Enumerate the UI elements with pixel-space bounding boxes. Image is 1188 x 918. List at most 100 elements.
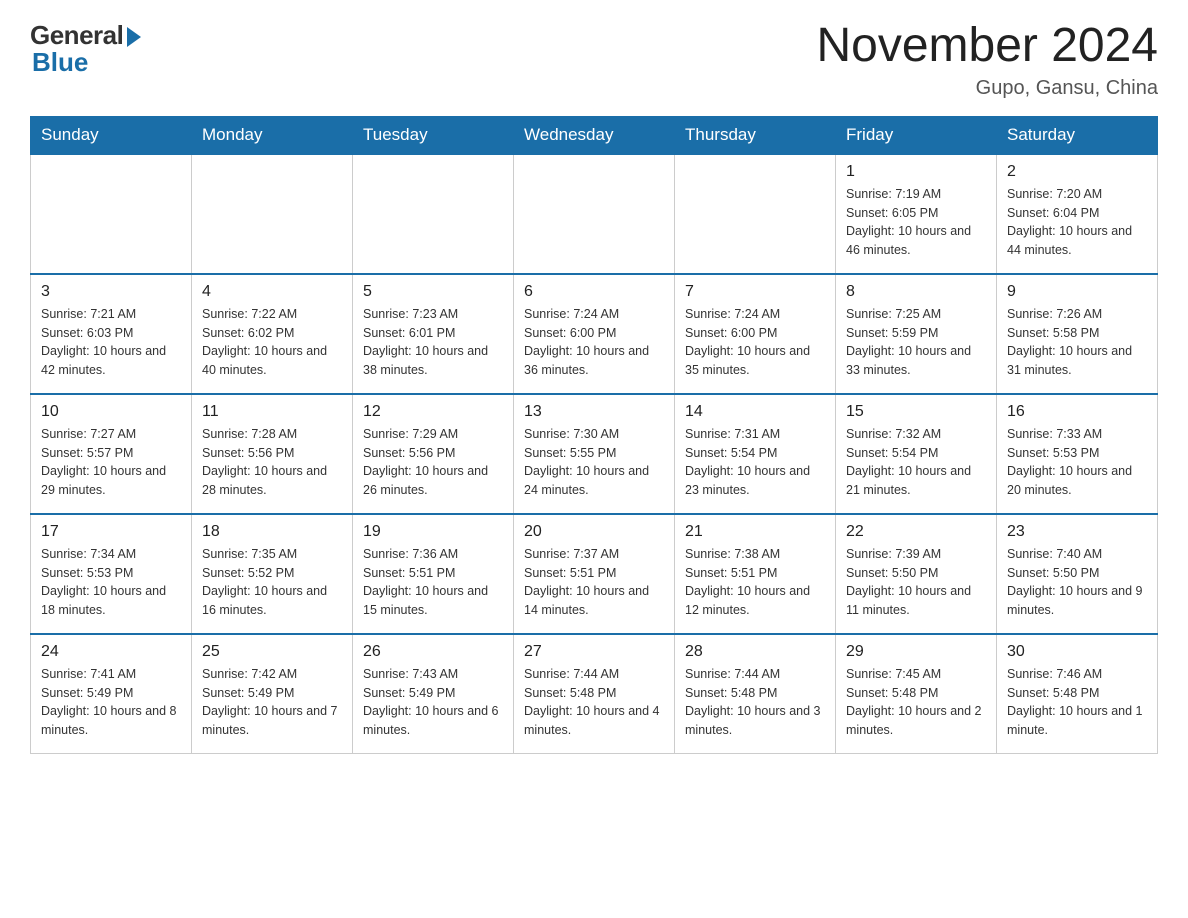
day-number: 17 <box>41 523 181 541</box>
day-number: 21 <box>685 523 825 541</box>
calendar-cell: 9 Sunrise: 7:26 AMSunset: 5:58 PMDaylight… <box>997 274 1158 394</box>
day-number: 28 <box>685 643 825 661</box>
day-number: 6 <box>524 283 664 301</box>
calendar-cell: 27 Sunrise: 7:44 AMSunset: 5:48 PMDayligh… <box>514 634 675 754</box>
day-info: Sunrise: 7:37 AMSunset: 5:51 PMDaylight:… <box>524 545 664 620</box>
calendar-cell: 10 Sunrise: 7:27 AMSunset: 5:57 PMDayligh… <box>31 394 192 514</box>
day-info: Sunrise: 7:23 AMSunset: 6:01 PMDaylight:… <box>363 305 503 380</box>
calendar-cell <box>514 154 675 274</box>
day-info: Sunrise: 7:42 AMSunset: 5:49 PMDaylight:… <box>202 665 342 740</box>
calendar-cell: 4 Sunrise: 7:22 AMSunset: 6:02 PMDaylight… <box>192 274 353 394</box>
day-number: 1 <box>846 163 986 181</box>
calendar-cell: 15 Sunrise: 7:32 AMSunset: 5:54 PMDayligh… <box>836 394 997 514</box>
day-info: Sunrise: 7:22 AMSunset: 6:02 PMDaylight:… <box>202 305 342 380</box>
logo-arrow-icon <box>127 27 141 47</box>
logo-blue-text: Blue <box>30 47 88 78</box>
calendar-cell <box>192 154 353 274</box>
day-info: Sunrise: 7:28 AMSunset: 5:56 PMDaylight:… <box>202 425 342 500</box>
day-number: 12 <box>363 403 503 421</box>
day-info: Sunrise: 7:33 AMSunset: 5:53 PMDaylight:… <box>1007 425 1147 500</box>
day-info: Sunrise: 7:36 AMSunset: 5:51 PMDaylight:… <box>363 545 503 620</box>
day-info: Sunrise: 7:21 AMSunset: 6:03 PMDaylight:… <box>41 305 181 380</box>
calendar-cell: 17 Sunrise: 7:34 AMSunset: 5:53 PMDayligh… <box>31 514 192 634</box>
calendar-cell: 24 Sunrise: 7:41 AMSunset: 5:49 PMDayligh… <box>31 634 192 754</box>
week-row-5: 24 Sunrise: 7:41 AMSunset: 5:49 PMDayligh… <box>31 634 1158 754</box>
day-number: 22 <box>846 523 986 541</box>
day-number: 16 <box>1007 403 1147 421</box>
calendar-cell: 5 Sunrise: 7:23 AMSunset: 6:01 PMDaylight… <box>353 274 514 394</box>
calendar-cell: 8 Sunrise: 7:25 AMSunset: 5:59 PMDaylight… <box>836 274 997 394</box>
logo: General Blue <box>30 20 141 78</box>
week-row-3: 10 Sunrise: 7:27 AMSunset: 5:57 PMDayligh… <box>31 394 1158 514</box>
weekday-header-sunday: Sunday <box>31 116 192 154</box>
weekday-header-friday: Friday <box>836 116 997 154</box>
day-number: 23 <box>1007 523 1147 541</box>
day-info: Sunrise: 7:19 AMSunset: 6:05 PMDaylight:… <box>846 185 986 260</box>
day-number: 5 <box>363 283 503 301</box>
day-number: 4 <box>202 283 342 301</box>
calendar-cell: 23 Sunrise: 7:40 AMSunset: 5:50 PMDayligh… <box>997 514 1158 634</box>
day-info: Sunrise: 7:34 AMSunset: 5:53 PMDaylight:… <box>41 545 181 620</box>
day-number: 19 <box>363 523 503 541</box>
weekday-header-row: SundayMondayTuesdayWednesdayThursdayFrid… <box>31 116 1158 154</box>
calendar-cell <box>353 154 514 274</box>
day-info: Sunrise: 7:24 AMSunset: 6:00 PMDaylight:… <box>524 305 664 380</box>
day-number: 3 <box>41 283 181 301</box>
weekday-header-saturday: Saturday <box>997 116 1158 154</box>
calendar-cell: 2Sunrise: 7:20 AMSunset: 6:04 PMDaylight… <box>997 154 1158 274</box>
week-row-4: 17 Sunrise: 7:34 AMSunset: 5:53 PMDayligh… <box>31 514 1158 634</box>
title-area: November 2024 Gupo, Gansu, China <box>816 20 1158 100</box>
day-info: Sunrise: 7:44 AMSunset: 5:48 PMDaylight:… <box>685 665 825 740</box>
day-number: 9 <box>1007 283 1147 301</box>
day-info: Sunrise: 7:30 AMSunset: 5:55 PMDaylight:… <box>524 425 664 500</box>
calendar-cell: 11 Sunrise: 7:28 AMSunset: 5:56 PMDayligh… <box>192 394 353 514</box>
calendar-cell: 6 Sunrise: 7:24 AMSunset: 6:00 PMDaylight… <box>514 274 675 394</box>
day-number: 8 <box>846 283 986 301</box>
week-row-2: 3 Sunrise: 7:21 AMSunset: 6:03 PMDaylight… <box>31 274 1158 394</box>
day-info: Sunrise: 7:31 AMSunset: 5:54 PMDaylight:… <box>685 425 825 500</box>
day-number: 10 <box>41 403 181 421</box>
day-info: Sunrise: 7:40 AMSunset: 5:50 PMDaylight:… <box>1007 545 1147 620</box>
calendar-table: SundayMondayTuesdayWednesdayThursdayFrid… <box>30 116 1158 755</box>
calendar-cell: 20Sunrise: 7:37 AMSunset: 5:51 PMDayligh… <box>514 514 675 634</box>
day-info: Sunrise: 7:24 AMSunset: 6:00 PMDaylight:… <box>685 305 825 380</box>
day-number: 13 <box>524 403 664 421</box>
calendar-cell: 30 Sunrise: 7:46 AMSunset: 5:48 PMDayligh… <box>997 634 1158 754</box>
calendar-cell: 21 Sunrise: 7:38 AMSunset: 5:51 PMDayligh… <box>675 514 836 634</box>
calendar-cell: 28 Sunrise: 7:44 AMSunset: 5:48 PMDayligh… <box>675 634 836 754</box>
day-info: Sunrise: 7:41 AMSunset: 5:49 PMDaylight:… <box>41 665 181 740</box>
day-info: Sunrise: 7:39 AMSunset: 5:50 PMDaylight:… <box>846 545 986 620</box>
day-info: Sunrise: 7:32 AMSunset: 5:54 PMDaylight:… <box>846 425 986 500</box>
day-info: Sunrise: 7:38 AMSunset: 5:51 PMDaylight:… <box>685 545 825 620</box>
calendar-cell <box>31 154 192 274</box>
weekday-header-monday: Monday <box>192 116 353 154</box>
calendar-cell: 26Sunrise: 7:43 AMSunset: 5:49 PMDayligh… <box>353 634 514 754</box>
calendar-cell: 25 Sunrise: 7:42 AMSunset: 5:49 PMDayligh… <box>192 634 353 754</box>
day-info: Sunrise: 7:29 AMSunset: 5:56 PMDaylight:… <box>363 425 503 500</box>
day-number: 30 <box>1007 643 1147 661</box>
day-info: Sunrise: 7:44 AMSunset: 5:48 PMDaylight:… <box>524 665 664 740</box>
calendar-cell: 7 Sunrise: 7:24 AMSunset: 6:00 PMDaylight… <box>675 274 836 394</box>
day-number: 24 <box>41 643 181 661</box>
day-number: 7 <box>685 283 825 301</box>
day-number: 18 <box>202 523 342 541</box>
day-number: 29 <box>846 643 986 661</box>
calendar-cell: 1 Sunrise: 7:19 AMSunset: 6:05 PMDaylight… <box>836 154 997 274</box>
header: General Blue November 2024 Gupo, Gansu, … <box>30 20 1158 100</box>
calendar-cell: 18Sunrise: 7:35 AMSunset: 5:52 PMDayligh… <box>192 514 353 634</box>
calendar-cell: 13 Sunrise: 7:30 AMSunset: 5:55 PMDayligh… <box>514 394 675 514</box>
day-number: 14 <box>685 403 825 421</box>
weekday-header-wednesday: Wednesday <box>514 116 675 154</box>
weekday-header-thursday: Thursday <box>675 116 836 154</box>
calendar-cell: 12 Sunrise: 7:29 AMSunset: 5:56 PMDayligh… <box>353 394 514 514</box>
day-number: 15 <box>846 403 986 421</box>
day-info: Sunrise: 7:25 AMSunset: 5:59 PMDaylight:… <box>846 305 986 380</box>
day-info: Sunrise: 7:46 AMSunset: 5:48 PMDaylight:… <box>1007 665 1147 740</box>
week-row-1: 1 Sunrise: 7:19 AMSunset: 6:05 PMDaylight… <box>31 154 1158 274</box>
day-number: 27 <box>524 643 664 661</box>
day-info: Sunrise: 7:27 AMSunset: 5:57 PMDaylight:… <box>41 425 181 500</box>
day-info: Sunrise: 7:43 AMSunset: 5:49 PMDaylight:… <box>363 665 503 740</box>
day-number: 25 <box>202 643 342 661</box>
day-info: Sunrise: 7:26 AMSunset: 5:58 PMDaylight:… <box>1007 305 1147 380</box>
day-number: 11 <box>202 403 342 421</box>
